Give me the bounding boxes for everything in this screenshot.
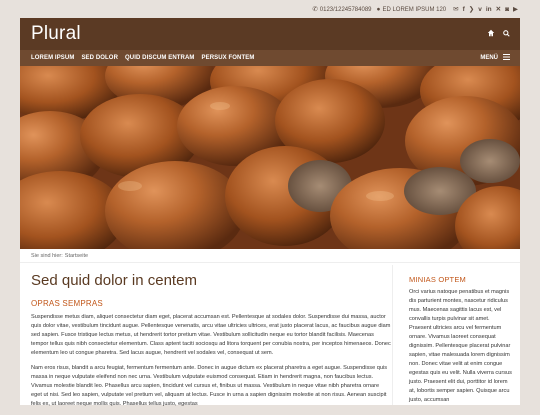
paragraph: Nam eros risus, blandit a arcu feugiat, … — [31, 365, 388, 407]
facebook-icon[interactable]: f — [463, 6, 465, 14]
search-icon[interactable] — [503, 29, 510, 39]
page-title: Sed quid dolor in centem — [31, 272, 197, 289]
nav-item-persux-fontem[interactable]: PERSUX FONTEM — [201, 55, 254, 61]
social-icons: ✉ f ❯ v in ✕ ◙ ▶ — [453, 6, 518, 14]
header-icons — [487, 29, 520, 39]
sidebar-text: Orci varius natoque penatibus et magnis … — [409, 289, 512, 403]
main-navigation: LOREM IPSUM SED DOLOR QUID DISCUM ENTRAM… — [20, 50, 520, 66]
mail-icon[interactable]: ✉ — [453, 6, 458, 14]
vimeo-icon[interactable]: v — [478, 6, 482, 14]
map-pin-icon: ● — [376, 5, 381, 13]
youtube-icon[interactable]: ▶ — [513, 6, 518, 14]
home-icon[interactable] — [487, 29, 495, 39]
xing-icon[interactable]: ✕ — [496, 6, 501, 14]
address-link[interactable]: ● ED LOREM IPSUM 120 — [376, 5, 447, 14]
nav-items: LOREM IPSUM SED DOLOR QUID DISCUM ENTRAM… — [20, 55, 254, 61]
hazelnuts-photo — [20, 66, 520, 249]
main-content: Sed quid dolor in centem OPRAS SEMPRAS S… — [31, 272, 391, 415]
address-text: ED LOREM IPSUM 120 — [382, 7, 447, 13]
menu-label: MENÜ — [480, 55, 498, 61]
phone-number: 0123/12245784089 — [319, 7, 372, 13]
menu-button[interactable]: MENÜ — [480, 54, 520, 62]
phone-icon: ✆ — [312, 5, 318, 13]
hamburger-icon — [503, 54, 510, 62]
nav-item-lorem-ipsum[interactable]: LOREM IPSUM — [31, 55, 74, 61]
breadcrumb-prefix: Sie sind hier: — [31, 252, 63, 259]
breadcrumb: Sie sind hier: Startseite — [20, 249, 520, 263]
page-frame: Plural LOREM IPSUM SED DOLOR QUID DISCUM… — [20, 18, 520, 407]
sidebar: MINIAS OPTEM Orci varius natoque penatib… — [392, 265, 520, 405]
hero-image — [20, 66, 520, 249]
breadcrumb-current[interactable]: Startseite — [65, 253, 88, 259]
section-subtitle: OPRAS SEMPRAS — [31, 299, 103, 308]
phone-link[interactable]: ✆ 0123/12245784089 — [312, 5, 372, 14]
nav-item-quid-discum-entram[interactable]: QUID DISCUM ENTRAM — [125, 55, 194, 61]
site-header: Plural — [20, 18, 520, 50]
top-utility-bar: ✆ 0123/12245784089 ● ED LOREM IPSUM 120 … — [0, 0, 540, 20]
instagram-icon[interactable]: ◙ — [505, 6, 509, 14]
nav-item-sed-dolor[interactable]: SED DOLOR — [81, 55, 118, 61]
linkedin-icon[interactable]: in — [486, 6, 492, 14]
sidebar-title: MINIAS OPTEM — [409, 275, 466, 284]
paragraph: Suspendisse metus diam, aliquet consecte… — [31, 314, 391, 356]
site-logo[interactable]: Plural — [20, 23, 81, 45]
twitter-icon[interactable]: ❯ — [469, 6, 474, 14]
